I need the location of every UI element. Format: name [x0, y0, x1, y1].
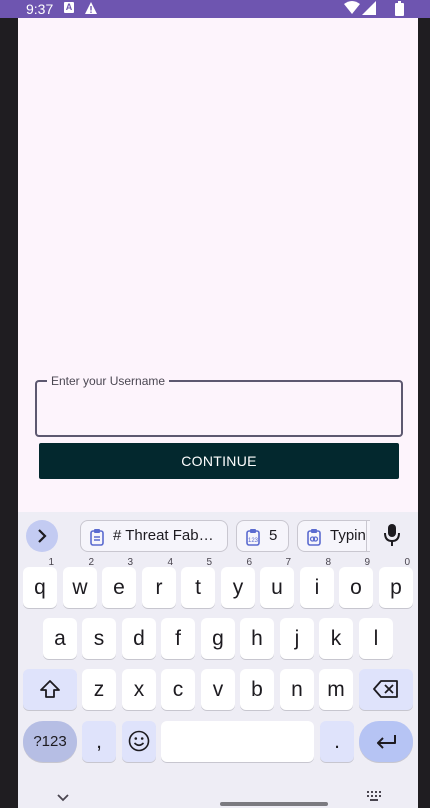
- emoji-icon: [128, 730, 150, 752]
- key-y[interactable]: y6: [221, 557, 255, 608]
- clipboard-suggestion-text: 5: [269, 527, 278, 544]
- backspace-key[interactable]: [359, 669, 413, 710]
- toolbar-divider: [366, 520, 367, 552]
- key-p[interactable]: p0: [379, 557, 413, 608]
- key-h[interactable]: h: [240, 618, 274, 659]
- period-key[interactable]: .: [320, 721, 354, 762]
- hide-keyboard-icon[interactable]: [56, 790, 70, 808]
- clipboard-suggestion-text: Typin: [330, 527, 366, 544]
- shift-key[interactable]: [23, 669, 77, 710]
- key-j[interactable]: j: [280, 618, 314, 659]
- key-b[interactable]: b: [240, 669, 274, 710]
- microphone-icon[interactable]: [384, 523, 400, 552]
- comma-key[interactable]: ,: [82, 721, 116, 762]
- clipboard-suggestion-2[interactable]: 123 5: [236, 520, 289, 552]
- key-a[interactable]: a: [43, 618, 77, 659]
- username-input[interactable]: [49, 392, 393, 426]
- expand-toolbar-button[interactable]: [26, 520, 58, 552]
- key-o[interactable]: o9: [339, 557, 373, 608]
- key-g[interactable]: g: [201, 618, 235, 659]
- key-c[interactable]: c: [161, 669, 195, 710]
- shift-icon: [40, 680, 60, 698]
- username-label: Enter your Username: [47, 373, 170, 389]
- soft-keyboard: # Threat Fab… 123 5 Typin q1 w2 e3 r4 t5…: [18, 512, 418, 808]
- gesture-nav-handle[interactable]: [220, 802, 328, 806]
- username-field[interactable]: Enter your Username: [35, 373, 403, 437]
- clipboard-numbers-icon: 123: [245, 527, 261, 551]
- svg-text:123: 123: [248, 538, 259, 544]
- enter-icon: [377, 735, 396, 749]
- key-l[interactable]: l: [359, 618, 393, 659]
- status-time: 9:37: [26, 1, 54, 17]
- continue-button[interactable]: CONTINUE: [39, 443, 399, 479]
- key-t[interactable]: t5: [181, 557, 215, 608]
- key-v[interactable]: v: [201, 669, 235, 710]
- key-m[interactable]: m: [319, 669, 353, 710]
- key-x[interactable]: x: [122, 669, 156, 710]
- key-r[interactable]: r4: [142, 557, 176, 608]
- key-n[interactable]: n: [280, 669, 314, 710]
- key-z[interactable]: z: [82, 669, 116, 710]
- clipboard-link-icon: [306, 527, 322, 551]
- keyboard-switch-icon[interactable]: [366, 789, 382, 807]
- key-w[interactable]: w2: [63, 557, 97, 608]
- key-s[interactable]: s: [82, 618, 116, 659]
- enter-key[interactable]: [359, 721, 413, 762]
- space-key[interactable]: [161, 721, 314, 762]
- key-q[interactable]: q1: [23, 557, 57, 608]
- backspace-icon: [373, 680, 398, 698]
- status-bar: 9:37 A: [0, 0, 430, 18]
- clipboard-icon: [89, 527, 105, 551]
- keyboard-bottom-bar: [18, 784, 418, 808]
- clipboard-suggestion-3[interactable]: Typin: [297, 520, 370, 552]
- key-f[interactable]: f: [161, 618, 195, 659]
- clipboard-suggestion-text: # Threat Fab…: [113, 527, 214, 544]
- key-d[interactable]: d: [122, 618, 156, 659]
- clipboard-suggestion-1[interactable]: # Threat Fab…: [80, 520, 228, 552]
- key-k[interactable]: k: [319, 618, 353, 659]
- keyboard-toolbar: # Threat Fab… 123 5 Typin: [18, 512, 418, 558]
- symbols-key[interactable]: ?123: [23, 721, 77, 762]
- key-u[interactable]: u7: [260, 557, 294, 608]
- notification-a-icon: A: [64, 2, 74, 13]
- emoji-key[interactable]: [122, 721, 156, 762]
- app-content: Enter your Username CONTINUE: [18, 18, 418, 512]
- key-e[interactable]: e3: [102, 557, 136, 608]
- chevron-right-icon: [38, 529, 47, 543]
- key-i[interactable]: i8: [300, 557, 334, 608]
